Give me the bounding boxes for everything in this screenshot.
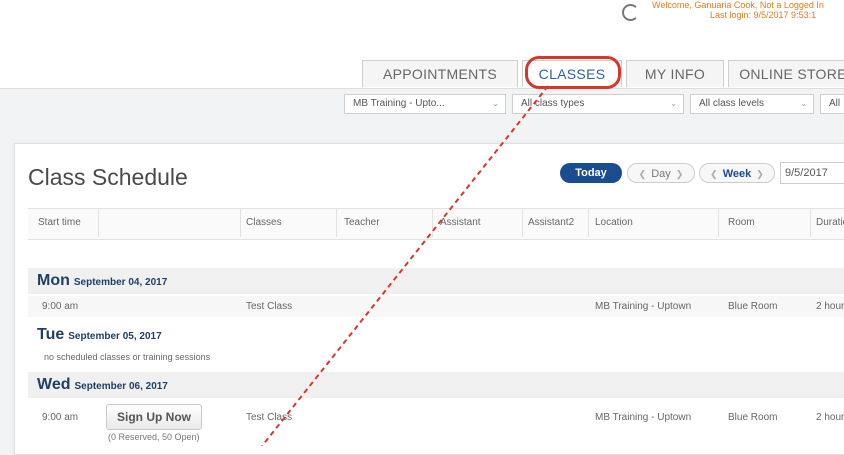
- day-heading-tue: Tue September 05, 2017: [37, 326, 162, 344]
- class-level-select-value: All class levels: [699, 98, 765, 109]
- loading-icon: [622, 4, 639, 21]
- sign-up-button[interactable]: Sign Up Now: [106, 404, 202, 430]
- row-start-time: 9:00 am: [42, 412, 79, 423]
- column-divider: [522, 209, 523, 237]
- column-header-teacher[interactable]: Teacher: [344, 217, 380, 228]
- chevron-down-icon: ⌄: [800, 99, 807, 108]
- row-start-time: 9:00 am: [42, 301, 79, 312]
- chevron-down-icon: ⌄: [492, 99, 499, 108]
- tab-appointments[interactable]: APPOINTMENTS: [362, 60, 518, 87]
- column-header-duration[interactable]: Duration: [816, 217, 844, 228]
- row-class-link[interactable]: Test Class: [246, 412, 292, 423]
- tab-my-info[interactable]: MY INFO: [626, 60, 724, 87]
- row-room: Blue Room: [728, 301, 778, 312]
- no-classes-note: no scheduled classes or training session…: [44, 352, 211, 362]
- column-header-assistant2[interactable]: Assistant2: [528, 217, 574, 228]
- row-duration: 2 hours: [816, 412, 844, 423]
- class-type-select[interactable]: All class types ⌄: [512, 94, 684, 114]
- chevron-right-icon: ❯: [675, 169, 684, 179]
- row-location: MB Training - Uptown: [595, 412, 692, 423]
- chevron-left-icon: ❮: [710, 169, 718, 179]
- day-label: Day: [651, 168, 671, 180]
- day-name: Tue: [37, 326, 65, 343]
- class-level-select[interactable]: All class levels ⌄: [690, 94, 814, 114]
- row-room: Blue Room: [728, 412, 778, 423]
- day-heading-wed: Wed September 06, 2017: [37, 376, 168, 394]
- last-login-text: Last login: 9/5/2017 9:53:1: [710, 10, 817, 20]
- tab-classes[interactable]: CLASSES: [522, 60, 622, 87]
- date-field[interactable]: 9/5/2017: [780, 162, 844, 184]
- column-divider: [588, 209, 589, 237]
- day-name: Wed: [37, 376, 71, 393]
- row-duration: 2 hours: [816, 301, 844, 312]
- location-select[interactable]: MB Training - Upto... ⌄: [344, 94, 506, 114]
- chevron-left-icon: ❮: [638, 169, 647, 179]
- column-divider: [98, 209, 99, 237]
- column-divider: [336, 209, 337, 237]
- table-header: [28, 208, 844, 240]
- row-class-link[interactable]: Test Class: [246, 301, 292, 312]
- column-header-location[interactable]: Location: [595, 217, 633, 228]
- week-label: Week: [722, 168, 752, 180]
- class-type-select-value: All class types: [521, 98, 585, 109]
- row-location: MB Training - Uptown: [595, 301, 692, 312]
- today-button[interactable]: Today: [560, 163, 622, 183]
- day-date: September 04, 2017: [73, 277, 168, 288]
- availability-text: (0 Reserved, 50 Open): [108, 432, 200, 442]
- column-divider: [240, 209, 241, 237]
- day-view-button[interactable]: ❮ Day ❯: [627, 163, 695, 183]
- welcome-text: Welcome, Ganuaria Cook, Not a Logged In: [652, 0, 824, 10]
- column-header-room[interactable]: Room: [728, 217, 755, 228]
- week-view-button[interactable]: ❮ Week ❯: [699, 163, 775, 183]
- page-title: Class Schedule: [28, 164, 188, 190]
- column-divider: [718, 209, 719, 237]
- column-header-classes[interactable]: Classes: [246, 217, 282, 228]
- day-name: Mon: [37, 272, 70, 289]
- day-date: September 06, 2017: [74, 381, 168, 392]
- column-header-start-time[interactable]: Start time: [38, 217, 81, 228]
- table-row: [28, 296, 844, 317]
- chevron-down-icon: ⌄: [670, 99, 677, 108]
- day-heading-mon: Mon September 04, 2017: [37, 272, 167, 290]
- column-divider: [432, 209, 433, 237]
- extra-filter-select[interactable]: All: [820, 94, 844, 114]
- day-date: September 05, 2017: [68, 331, 162, 342]
- location-select-value: MB Training - Upto...: [353, 98, 445, 109]
- column-divider: [810, 209, 811, 237]
- tab-online-store[interactable]: ONLINE STORE: [728, 60, 844, 87]
- column-header-assistant[interactable]: Assistant: [440, 217, 481, 228]
- extra-filter-select-value: All: [829, 98, 841, 109]
- chevron-right-icon: ❯: [756, 169, 764, 179]
